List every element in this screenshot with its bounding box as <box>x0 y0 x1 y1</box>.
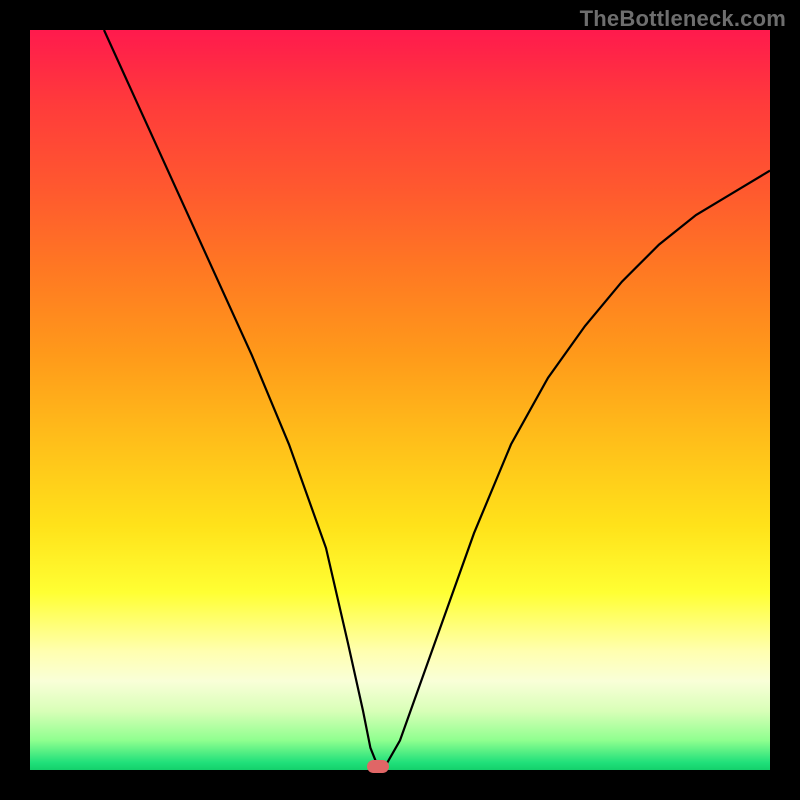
watermark-text: TheBottleneck.com <box>580 6 786 32</box>
chart-plot-area <box>30 30 770 770</box>
bottleneck-curve <box>30 30 770 770</box>
minimum-marker <box>367 760 389 773</box>
